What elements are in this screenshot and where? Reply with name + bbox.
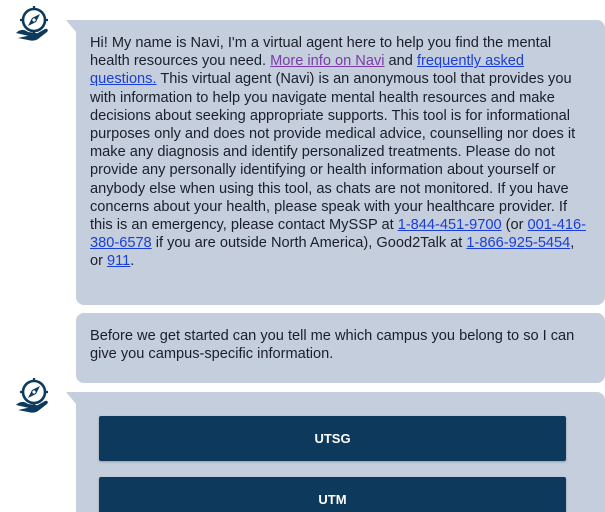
intro-text-part: and [384,53,417,70]
emergency-phone-link[interactable]: 911 [107,253,130,269]
intro-text-part: This virtual agent (Navi) is an anonymou… [90,71,576,234]
intro-text-part: . [130,253,135,270]
bot-message-intro: Hi! My name is Navi, I'm a virtual agent… [66,20,605,305]
campus-utm-button[interactable]: UTM [99,477,566,512]
intro-text-part: (or [501,217,528,234]
campus-choices-container: UTSG UTM [66,392,605,512]
intro-message-text: Hi! My name is Navi, I'm a virtual agent… [90,34,589,271]
myssp-phone-link[interactable]: 1-844-451-9700 [398,217,502,233]
intro-text-part: if you are outside North America), Good2… [151,235,467,252]
more-info-link[interactable]: More info on Navi [270,53,384,69]
campus-question-text: Before we get started can you tell me wh… [90,328,575,363]
good2talk-phone-link[interactable]: 1-866-925-5454 [466,235,570,251]
campus-utsg-button[interactable]: UTSG [99,416,566,461]
navi-compass-hand-icon [14,375,54,415]
navi-compass-hand-icon [14,3,54,43]
bot-message-campus-question: Before we get started can you tell me wh… [76,313,605,383]
chat-window: Hi! My name is Navi, I'm a virtual agent… [0,0,605,512]
